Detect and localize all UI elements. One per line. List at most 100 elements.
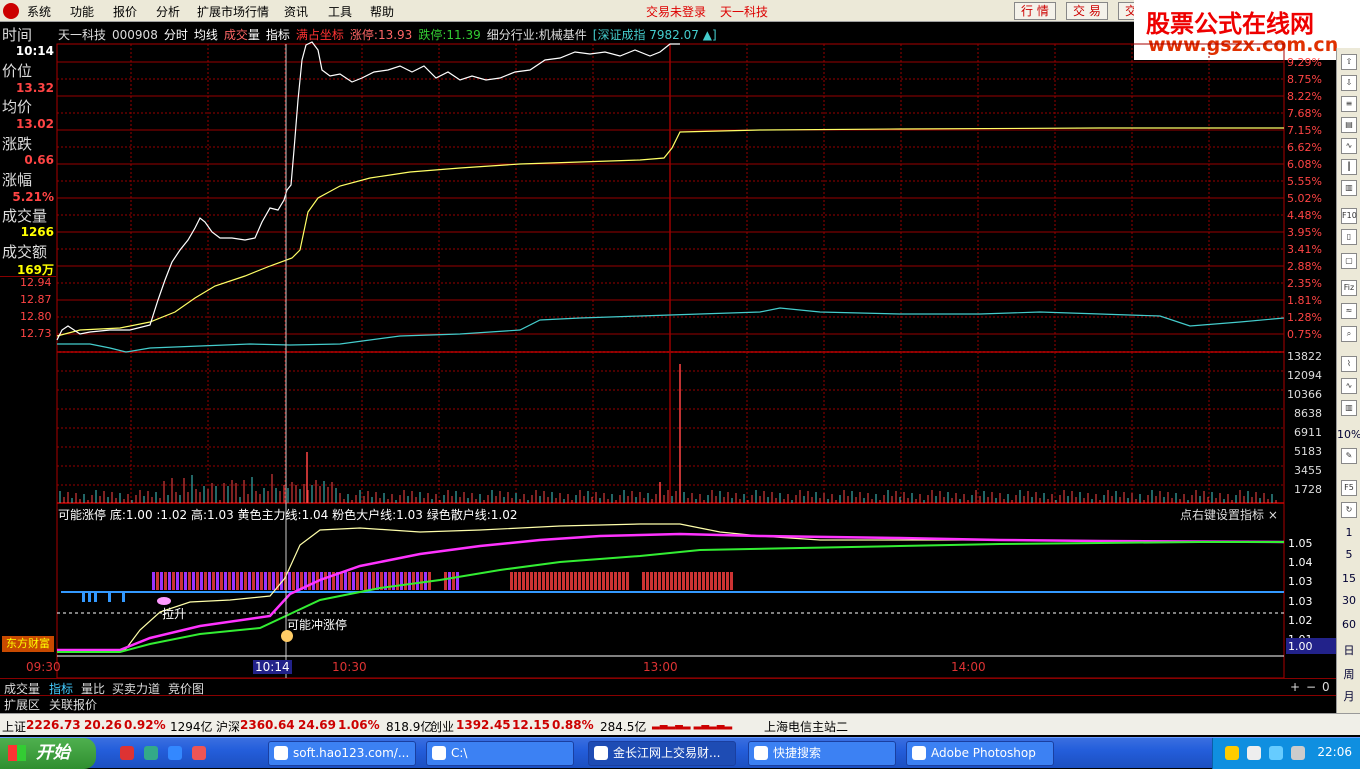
indicator-signal-bar [682,572,685,590]
tray-volume-icon[interactable] [1247,746,1261,760]
period-day[interactable]: 日 [1337,642,1360,658]
indicator-signal-bar [722,572,725,590]
doc-icon[interactable]: ▯ [1341,229,1357,245]
arrow-up-icon[interactable]: ⇧ [1341,54,1357,70]
arrow-down-icon[interactable]: ⇩ [1341,75,1357,91]
zoom-in-button[interactable]: + [1290,680,1300,694]
indicator-settings-hint[interactable]: 点右键设置指标 × [1180,506,1278,523]
kline-icon[interactable]: ┃ [1341,159,1357,175]
indicator-signal-bar [184,572,187,590]
indicator-signal-bar [514,572,517,590]
trend-icon[interactable]: ⌇ [1341,356,1357,372]
pct-label-8: 5.02% [1287,192,1322,205]
pct-label-9: 4.48% [1287,209,1322,222]
tab-related-quotes[interactable]: 关联报价 [49,696,97,713]
indicator-signal-bar [590,572,593,590]
bars-icon[interactable]: ▥ [1341,180,1357,196]
indicator-signal-bar [204,572,207,590]
indicator-toggle[interactable]: 指标 [266,28,290,42]
indicator-signal-bar [718,572,721,590]
tray-network-icon[interactable] [1225,746,1239,760]
indicator-signal-bar [702,572,705,590]
rise-label: 拉升 [162,606,186,621]
hs-amount: 818.9亿 [386,720,433,734]
pct-label-10: 3.95% [1287,226,1322,239]
list-icon[interactable]: ≡ [1341,96,1357,112]
volume-label: 成交量 [2,207,48,225]
fiz-icon[interactable]: Fiz [1341,280,1357,296]
indicator-signal-bar [268,572,271,590]
page-icon[interactable]: ▢ [1341,253,1357,269]
indicator-signal-bar [188,572,191,590]
indicator-signal-bar [456,572,459,590]
task-search[interactable]: 快捷搜索 [748,741,896,766]
indicator-signal-bar [308,572,311,590]
pencil-icon[interactable]: ✎ [1341,448,1357,464]
indicator-signal-bar [408,572,411,590]
indicator-signal-bar [710,572,713,590]
histogram-icon[interactable]: ▥ [1341,400,1357,416]
zoom-out-button[interactable]: − [1306,680,1316,694]
line-chart-icon[interactable]: ∿ [1341,138,1357,154]
indicator-signal-bar [216,572,219,590]
task-trading[interactable]: 金长江网上交易财... [588,741,736,766]
f10-icon[interactable]: F10 [1341,208,1357,224]
indicator-signal-bar [344,572,347,590]
start-button[interactable]: 开始 [0,738,96,769]
indicator-signal-bar [256,572,259,590]
quicklaunch-app-icon[interactable] [120,746,134,760]
indicator-signal-bar [196,572,199,590]
tray-shield-icon[interactable] [1269,746,1283,760]
quicklaunch-browser-icon[interactable] [192,746,206,760]
indicator-signal-bar [554,572,557,590]
indicator-signal-bar [670,572,673,590]
task-explorer[interactable]: C:\ [426,741,574,766]
task-photoshop[interactable]: Adobe Photoshop [906,741,1054,766]
table-icon[interactable]: ▤ [1341,117,1357,133]
search-icon[interactable]: ⌕ [1341,326,1357,342]
refresh-icon[interactable]: ↻ [1341,502,1357,518]
mode-tab[interactable]: 分时 [164,28,188,42]
server-name[interactable]: 上海电信主站二 [764,718,848,735]
task-hao123[interactable]: soft.hao123.com/... [268,741,416,766]
indicator-signal-bar [526,572,529,590]
period-week[interactable]: 周 [1337,666,1360,682]
period-15min[interactable]: 15 [1337,572,1360,585]
left-price-2: 12.80 [20,310,52,323]
avg-line-toggle[interactable]: 均线 [194,28,218,42]
search-app-icon [754,746,768,760]
full-axis-toggle[interactable]: 满占坐标 [296,28,344,42]
quicklaunch-media-icon[interactable] [168,746,182,760]
indicator-signal-bar [200,572,203,590]
indicator-signal-bar [340,572,343,590]
period-5min[interactable]: 5 [1337,548,1360,561]
ind-label-0: 1.05 [1288,537,1313,550]
f5-icon[interactable]: F5 [1341,480,1357,496]
indicator-signal-bar [562,572,565,590]
indicator-signal-bar [534,572,537,590]
period-60min[interactable]: 60 [1337,618,1360,631]
wave-icon[interactable]: ≈ [1341,303,1357,319]
ten-pct-button[interactable]: 10% [1337,428,1360,441]
pct-label-7: 5.55% [1287,175,1322,188]
sh-change: 20.26 [84,718,122,732]
extension-tabs: 扩展区 关联报价 [0,695,1360,713]
period-1min[interactable]: 1 [1337,526,1360,539]
indicator-signal-bar [396,572,399,590]
pct-label-11: 3.41% [1287,243,1322,256]
indicator-signal-bar [570,572,573,590]
curve-icon[interactable]: ∿ [1341,378,1357,394]
tab-extension-area[interactable]: 扩展区 [4,696,40,713]
period-30min[interactable]: 30 [1337,594,1360,607]
volume-toggle-pre[interactable]: 成交 [224,28,248,42]
quicklaunch-ie-icon[interactable] [144,746,158,760]
volume-toggle-post[interactable]: 量 [248,28,260,42]
zoom-reset-button[interactable]: 0 [1322,680,1330,694]
left-price-3: 12.73 [20,327,52,340]
period-month[interactable]: 月 [1337,688,1360,704]
tray-app-icon[interactable] [1291,746,1305,760]
indicator-signal-bar [538,572,541,590]
indicator-signal-bar [412,572,415,590]
pct-label-12: 2.88% [1287,260,1322,273]
indicator-signal-bar [404,572,407,590]
